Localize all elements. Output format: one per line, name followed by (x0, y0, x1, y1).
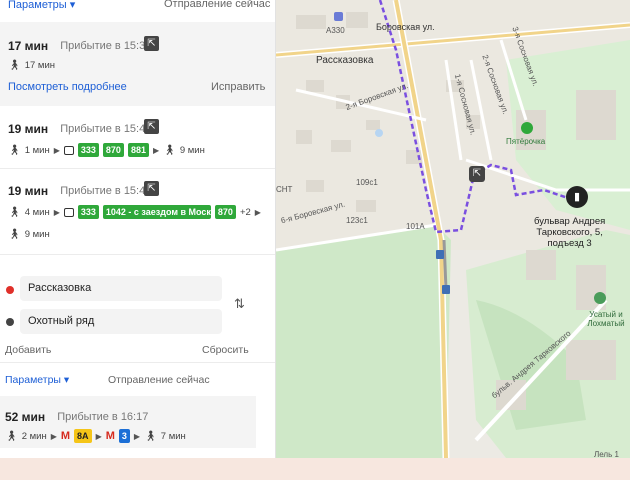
add-point-button[interactable]: Добавить (5, 344, 51, 356)
metro-icon: M (105, 430, 115, 442)
arrow-icon: ▶ (133, 431, 141, 441)
origin-dot-icon (6, 286, 14, 294)
bus-number: 870 (214, 205, 236, 219)
bus-number: 870 (102, 143, 124, 157)
shop-icon[interactable] (521, 122, 533, 134)
destination-input[interactable]: Охотный ряд (20, 309, 222, 334)
walk-icon: 🚶︎ (8, 59, 21, 71)
origin-input[interactable]: Рассказовка (20, 276, 222, 301)
destination-label: бульвар Андрея Тарковского, 5, подъезд 3 (534, 216, 605, 249)
building-label: 123с1 (346, 216, 368, 225)
walk-duration: 9 мин (179, 144, 205, 156)
taxi-icon[interactable]: ⇱ (144, 119, 159, 134)
walk-icon: 🚶︎ (5, 430, 18, 442)
bus-number: 333 (77, 143, 99, 157)
routes-panel: Параметры ▾ Отправление сейчас 17 мин Пр… (0, 0, 276, 458)
more-buses: +2 (239, 206, 251, 218)
taxi-icon[interactable]: ⇱ (144, 181, 159, 196)
walk-duration: 9 мин (24, 228, 50, 240)
route-2[interactable]: 19 мин Прибытие в 15:40 ⇱ 🚶︎ 1 мин ▶ 333… (0, 119, 270, 157)
divider (0, 362, 275, 363)
route-duration: 19 мин (8, 184, 49, 198)
walk-icon: 🚶︎ (8, 144, 21, 156)
params-dropdown[interactable]: Параметры ▾ (8, 0, 75, 11)
route-arrival: Прибытие в 16:17 (57, 411, 149, 423)
destination-line: подъезд 3 (547, 238, 592, 249)
poi-label: Лель 1 (594, 450, 619, 458)
reset-button[interactable]: Сбросить (202, 344, 249, 356)
destination-dot-icon (6, 318, 14, 326)
building-label: 101А (406, 222, 425, 231)
metro-icon: M (60, 430, 71, 442)
route-duration: 19 мин (8, 122, 49, 136)
arrow-icon: ▶ (254, 207, 261, 217)
map-view[interactable]: Боровская ул. А330 Рассказовка 2-я Боров… (276, 0, 630, 458)
walk-icon: 🚶︎ (144, 430, 157, 442)
walk-duration: 1 мин (24, 144, 50, 156)
bottom-bar (0, 458, 630, 480)
taxi-marker-icon[interactable]: ⇱ (469, 166, 485, 182)
destination-line: бульвар Андрея (534, 216, 606, 227)
district-label: Рассказовка (316, 55, 374, 66)
arrow-icon: ▶ (50, 431, 57, 441)
taxi-icon[interactable]: ⇱ (144, 36, 159, 51)
bus-icon (63, 207, 74, 217)
destination-marker-icon[interactable]: ▮ (566, 186, 588, 208)
pet-store-icon[interactable] (594, 292, 606, 304)
departure-selector[interactable]: Отправление сейчас (108, 374, 210, 386)
metro-line: 8А (74, 429, 92, 443)
walk-duration: 4 мин (24, 206, 50, 218)
walk-duration: 17 мин (24, 59, 55, 71)
params-dropdown[interactable]: Параметры ▾ (5, 374, 69, 386)
walk-icon: 🚶︎ (163, 144, 176, 156)
params-header: Параметры ▾ Отправление сейчас (0, 0, 275, 12)
road-label: А330 (326, 26, 345, 35)
poi-label: Усатый и Лохматый (587, 310, 625, 328)
bus-stop-icon (442, 285, 450, 294)
street-label: Боровская ул. (376, 22, 435, 32)
walk-icon: 🚶︎ (8, 228, 21, 240)
fix-link[interactable]: Исправить (211, 81, 265, 93)
route-duration: 52 мин (5, 410, 46, 424)
route-metro[interactable]: 52 мин Прибытие в 16:17 🚶︎ 2 мин ▶ M 8А … (0, 409, 270, 443)
route-arrival: Прибытие в 15:40 (60, 123, 152, 135)
arrow-icon: ▶ (53, 207, 60, 217)
divider (0, 168, 275, 169)
bus-number: 1042 - с заездом в Моск... (102, 205, 211, 219)
route-1[interactable]: 17 мин Прибытие в 15:38 ⇱ 🚶︎ 17 мин (0, 36, 270, 72)
building-label: 109с1 (356, 178, 378, 187)
poi-label: Пятёрочка (506, 137, 546, 146)
arrow-icon: ▶ (152, 145, 160, 155)
walk-duration: 7 мин (160, 430, 186, 442)
metro-line: 3 (118, 429, 130, 443)
bus-icon (63, 145, 74, 155)
bus-number: 881 (127, 143, 149, 157)
route-arrival: Прибытие в 15:38 (60, 40, 152, 52)
metro-entrance-icon (334, 12, 343, 21)
arrow-icon: ▶ (95, 431, 102, 441)
arrow-icon: ▶ (53, 145, 60, 155)
area-label: СНТ (276, 185, 293, 194)
details-link[interactable]: Посмотреть подробнее (8, 81, 127, 93)
walk-icon: 🚶︎ (8, 206, 21, 218)
destination-line: Тарковского, 5, (536, 227, 603, 238)
departure-selector[interactable]: Отправление сейчас (164, 0, 270, 10)
walk-duration: 2 мин (21, 430, 47, 442)
route-3[interactable]: 19 мин Прибытие в 15:40 ⇱ 🚶︎ 4 мин ▶ 333… (0, 181, 270, 241)
route-duration: 17 мин (8, 39, 49, 53)
swap-icon[interactable]: ⇅ (234, 296, 245, 312)
route-arrival: Прибытие в 15:40 (60, 185, 152, 197)
bus-stop-icon (436, 250, 444, 259)
divider (0, 254, 275, 255)
bus-number: 333 (77, 205, 99, 219)
